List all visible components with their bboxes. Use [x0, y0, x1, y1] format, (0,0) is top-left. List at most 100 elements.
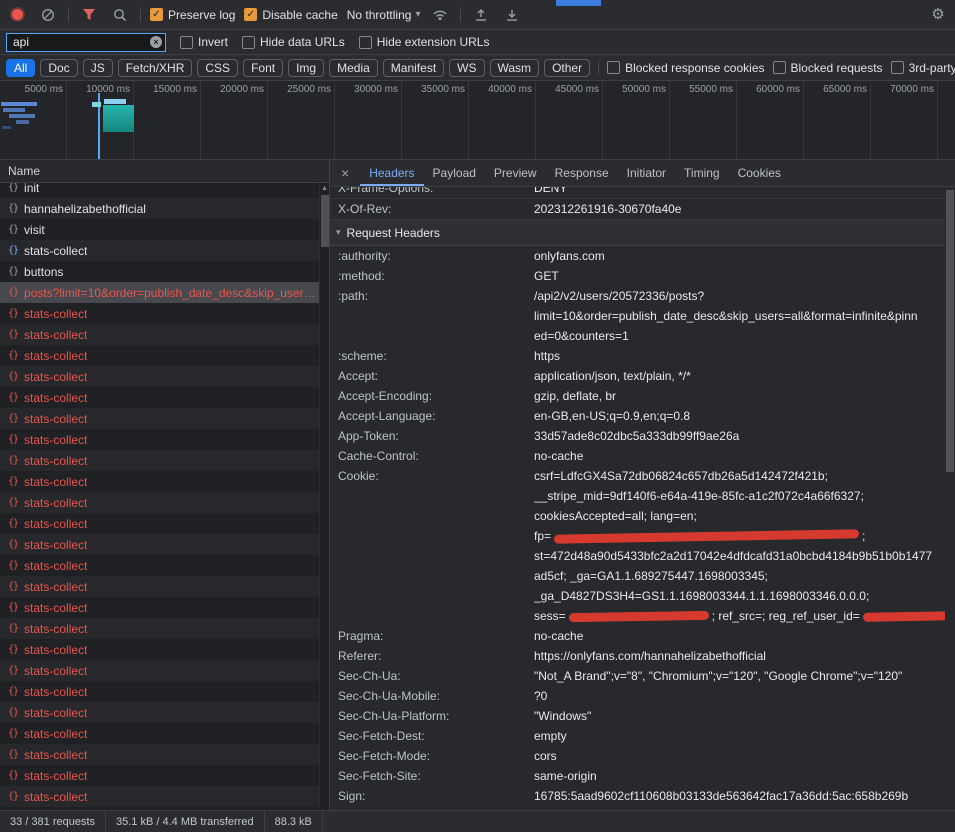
file-type-icon: {}: [8, 581, 18, 592]
filter-chip-doc[interactable]: Doc: [40, 59, 77, 77]
request-row[interactable]: {}stats-collect: [0, 450, 330, 471]
request-row[interactable]: {}stats-collect: [0, 429, 330, 450]
filter-toggle-button[interactable]: [78, 4, 100, 26]
filter-funnel-icon: [82, 8, 96, 21]
header-name: Sec-Ch-Ua:: [338, 666, 534, 686]
file-type-icon: {}: [8, 623, 18, 634]
tab-initiator[interactable]: Initiator: [618, 160, 675, 186]
tab-payload[interactable]: Payload: [424, 160, 485, 186]
waterfall-bar: [9, 114, 35, 118]
request-name: stats-collect: [24, 370, 87, 384]
network-conditions-button[interactable]: [429, 4, 451, 26]
file-type-icon: {}: [8, 749, 18, 760]
redaction-scribble: [569, 611, 709, 622]
filter-chip-css[interactable]: CSS: [197, 59, 238, 77]
throttling-select[interactable]: No throttling ▾: [347, 8, 421, 22]
request-row[interactable]: {}stats-collect: [0, 723, 330, 744]
request-row[interactable]: {}stats-collect: [0, 765, 330, 786]
request-row[interactable]: {}stats-collect: [0, 408, 330, 429]
request-row[interactable]: {}stats-collect: [0, 366, 330, 387]
hide-data-urls-checkbox[interactable]: Hide data URLs: [242, 35, 345, 49]
third-party-requests-checkbox[interactable]: 3rd-party requests: [891, 61, 955, 75]
request-row[interactable]: {}stats-collect: [0, 534, 330, 555]
filter-chip-js[interactable]: JS: [83, 59, 113, 77]
request-row[interactable]: {}stats-collect: [0, 471, 330, 492]
clear-button[interactable]: [37, 4, 59, 26]
filter-chip-fetch-xhr[interactable]: Fetch/XHR: [118, 59, 193, 77]
blocked-response-cookies-checkbox[interactable]: Blocked response cookies: [607, 61, 764, 75]
checkbox-icon: [607, 61, 620, 74]
request-row[interactable]: {}posts?limit=10&order=publish_date_desc…: [0, 282, 330, 303]
filter-chip-ws[interactable]: WS: [449, 59, 484, 77]
request-row[interactable]: {}stats-collect: [0, 555, 330, 576]
request-row[interactable]: {}stats-collect: [0, 660, 330, 681]
invert-checkbox[interactable]: Invert: [180, 35, 228, 49]
details-scrollbar[interactable]: [945, 187, 955, 810]
filter-chip-img[interactable]: Img: [288, 59, 324, 77]
header-name: App-Token:: [338, 426, 534, 446]
header-value-line: cookiesAccepted=all; lang=en;: [534, 506, 945, 526]
filter-chip-media[interactable]: Media: [329, 59, 378, 77]
file-type-icon: {}: [8, 183, 18, 193]
name-column-header[interactable]: Name: [0, 160, 329, 183]
request-row[interactable]: {}stats-collect: [0, 303, 330, 324]
file-type-icon: {}: [8, 770, 18, 781]
filter-chip-wasm[interactable]: Wasm: [490, 59, 540, 77]
request-headers-section[interactable]: ▾ Request Headers: [330, 220, 945, 246]
tab-timing[interactable]: Timing: [675, 160, 729, 186]
scrollbar-thumb[interactable]: [321, 195, 329, 247]
request-row[interactable]: {}stats-collect: [0, 576, 330, 597]
disable-cache-checkbox[interactable]: ✓ Disable cache: [244, 8, 337, 22]
tab-cookies[interactable]: Cookies: [729, 160, 790, 186]
filter-chip-all[interactable]: All: [6, 59, 35, 77]
import-har-button[interactable]: [470, 4, 492, 26]
upload-icon: [474, 8, 488, 22]
file-type-icon: {}: [8, 539, 18, 550]
filter-chip-manifest[interactable]: Manifest: [383, 59, 444, 77]
request-name: stats-collect: [24, 496, 87, 510]
clear-filter-icon[interactable]: ×: [150, 36, 162, 48]
request-row[interactable]: {}stats-collect: [0, 744, 330, 765]
request-row[interactable]: {}stats-collect: [0, 324, 330, 345]
timeline-tick: 40000 ms: [469, 81, 536, 159]
request-row[interactable]: {} stats-collect: [0, 618, 330, 639]
blocked-requests-checkbox[interactable]: Blocked requests: [773, 61, 883, 75]
request-name: stats-collect: [24, 622, 87, 636]
export-har-button[interactable]: [501, 4, 523, 26]
request-row[interactable]: {}hannahelizabethofficial: [0, 198, 330, 219]
request-list-scrollbar[interactable]: ▴: [319, 183, 329, 810]
file-type-icon: {}: [8, 245, 18, 256]
request-name: hannahelizabethofficial: [24, 202, 146, 216]
close-details-button[interactable]: ×: [330, 160, 360, 186]
request-row[interactable]: {}stats-collect: [0, 240, 330, 261]
preserve-log-checkbox[interactable]: ✓ Preserve log: [150, 8, 235, 22]
request-row[interactable]: {}stats-collect: [0, 345, 330, 366]
request-row[interactable]: {}stats-collect: [0, 513, 330, 534]
request-row[interactable]: {}stats-collect: [0, 597, 330, 618]
filter-chip-font[interactable]: Font: [243, 59, 283, 77]
request-row[interactable]: {}buttons: [0, 261, 330, 282]
search-button[interactable]: [109, 4, 131, 26]
request-row[interactable]: {}init: [0, 183, 330, 198]
scrollbar-thumb[interactable]: [946, 190, 954, 472]
request-row[interactable]: {}stats-collect: [0, 639, 330, 660]
request-row[interactable]: {}stats-collect: [0, 387, 330, 408]
waterfall-bar: [2, 126, 11, 129]
file-type-icon: {}: [8, 602, 18, 613]
record-button[interactable]: [6, 4, 28, 26]
filter-input[interactable]: [13, 35, 146, 49]
settings-button[interactable]: ⚙: [927, 4, 949, 26]
tab-response[interactable]: Response: [546, 160, 618, 186]
filter-chip-other[interactable]: Other: [544, 59, 590, 77]
network-main-split: Name {}init{}hannahelizabethofficial{}vi…: [0, 160, 955, 810]
network-overview-timeline[interactable]: 5000 ms10000 ms15000 ms20000 ms25000 ms3…: [0, 81, 955, 160]
tab-headers[interactable]: Headers: [360, 160, 423, 186]
request-row[interactable]: {}visit: [0, 219, 330, 240]
search-icon: [113, 8, 127, 22]
hide-extension-urls-checkbox[interactable]: Hide extension URLs: [359, 35, 490, 49]
request-row[interactable]: {}stats-collect: [0, 702, 330, 723]
request-row[interactable]: {}stats-collect: [0, 681, 330, 702]
request-row[interactable]: {}stats-collect: [0, 492, 330, 513]
request-row[interactable]: {}stats-collect: [0, 786, 330, 807]
tab-preview[interactable]: Preview: [485, 160, 546, 186]
